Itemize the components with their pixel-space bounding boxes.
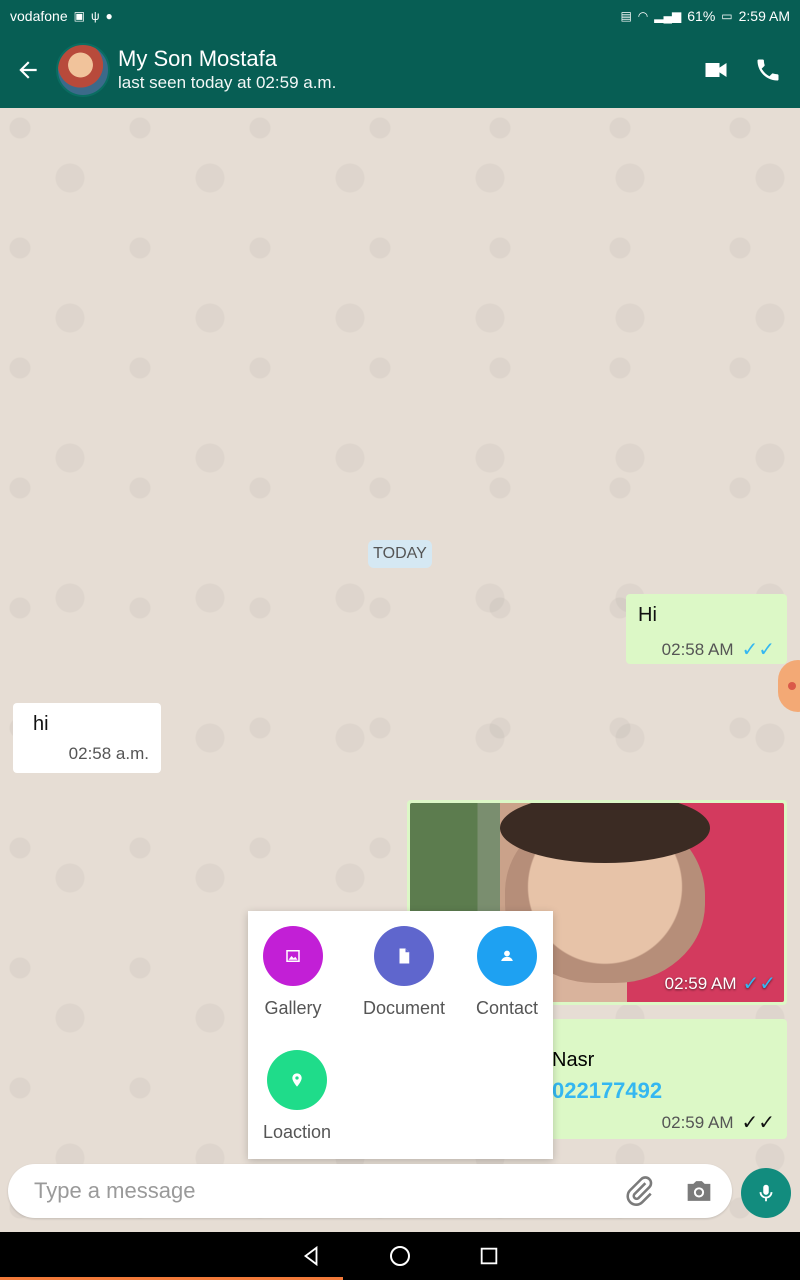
nav-back-icon[interactable] bbox=[300, 1245, 322, 1267]
attach-contact-label: Contact bbox=[475, 998, 539, 1018]
contact-card-message[interactable]: Nasr 022177492 02:59 AM ✓✓ bbox=[548, 1019, 787, 1139]
shared-contact-phone[interactable]: 022177492 bbox=[552, 1078, 775, 1104]
attachment-menu: Gallery Document Contact Loaction bbox=[248, 911, 553, 1159]
contact-icon bbox=[477, 926, 537, 986]
carrier-label: vodafone bbox=[10, 7, 68, 24]
nav-home-icon[interactable] bbox=[388, 1244, 412, 1268]
attach-document-button[interactable]: Document bbox=[349, 926, 459, 1019]
read-ticks-icon: ✓✓ bbox=[742, 973, 776, 995]
microphone-icon bbox=[759, 1184, 773, 1202]
back-button[interactable] bbox=[0, 31, 56, 108]
clock: 2:59 AM bbox=[738, 7, 790, 24]
battery-percentage: 61% bbox=[687, 7, 716, 24]
message-time: 02:58 a.m. bbox=[68, 744, 149, 763]
contact-info[interactable]: My Son Mostafa last seen today at 02:59 … bbox=[118, 46, 336, 94]
message-input-container[interactable] bbox=[8, 1164, 732, 1218]
camera-icon[interactable] bbox=[682, 1174, 716, 1208]
attach-icon[interactable] bbox=[622, 1174, 656, 1208]
contact-avatar[interactable] bbox=[56, 42, 110, 97]
attach-gallery-label: Gallery bbox=[264, 998, 322, 1018]
attach-contact-button[interactable]: Contact bbox=[452, 926, 562, 1019]
delivered-ticks-icon: ✓✓ bbox=[741, 1112, 775, 1134]
read-ticks-icon: ✓✓ bbox=[741, 639, 775, 661]
message-time: 02:59 AM bbox=[664, 973, 737, 993]
signal-icon: ▂▄▆ bbox=[654, 8, 682, 23]
message-bubble-incoming[interactable]: hi 02:58 a.m. bbox=[13, 703, 161, 773]
wifi-icon: ◠ bbox=[637, 8, 649, 23]
cast-icon: ▤ bbox=[620, 8, 632, 23]
contact-name: My Son Mostafa bbox=[118, 45, 277, 71]
location-icon bbox=[267, 1050, 327, 1110]
attach-document-label: Document bbox=[362, 998, 446, 1018]
chat-area[interactable]: TODAY Hi 02:58 AM ✓✓ hi 02:58 a.m. 02:59… bbox=[0, 108, 800, 1232]
message-text: hi bbox=[33, 713, 49, 735]
message-time: 02:59 AM bbox=[661, 1112, 734, 1132]
message-input[interactable] bbox=[34, 1178, 594, 1204]
message-time: 02:58 AM bbox=[661, 639, 734, 659]
nav-recents-icon[interactable] bbox=[478, 1245, 500, 1267]
floating-bubble-handle[interactable] bbox=[778, 660, 800, 712]
usb-icon: ψ bbox=[90, 8, 100, 23]
voice-record-button[interactable] bbox=[741, 1168, 791, 1218]
date-separator: TODAY bbox=[368, 540, 432, 568]
shared-contact-name: Nasr bbox=[552, 1049, 595, 1071]
message-bubble-outgoing[interactable]: Hi 02:58 AM ✓✓ bbox=[626, 594, 787, 664]
chat-notification-icon: ● bbox=[105, 8, 113, 23]
chat-header: My Son Mostafa last seen today at 02:59 … bbox=[0, 31, 800, 108]
back-arrow-icon bbox=[19, 60, 37, 79]
attach-gallery-button[interactable]: Gallery bbox=[238, 926, 348, 1019]
attach-location-label: Loaction bbox=[262, 1122, 332, 1142]
video-call-icon[interactable] bbox=[702, 56, 730, 84]
video-call-status-icon: ▣ bbox=[73, 8, 85, 23]
system-nav-bar bbox=[0, 1232, 800, 1280]
attach-location-button[interactable]: Loaction bbox=[242, 1050, 352, 1143]
document-icon bbox=[374, 926, 434, 986]
battery-icon: ▭ bbox=[721, 8, 733, 23]
message-text: Hi bbox=[638, 604, 657, 626]
gallery-icon bbox=[263, 926, 323, 986]
composer bbox=[0, 1150, 800, 1232]
status-bar: vodafone ▣ ψ ● ▤ ◠ ▂▄▆ 61% ▭ 2:59 AM bbox=[0, 0, 800, 31]
last-seen-status: last seen today at 02:59 a.m. bbox=[118, 72, 337, 92]
voice-call-icon[interactable] bbox=[754, 56, 782, 84]
